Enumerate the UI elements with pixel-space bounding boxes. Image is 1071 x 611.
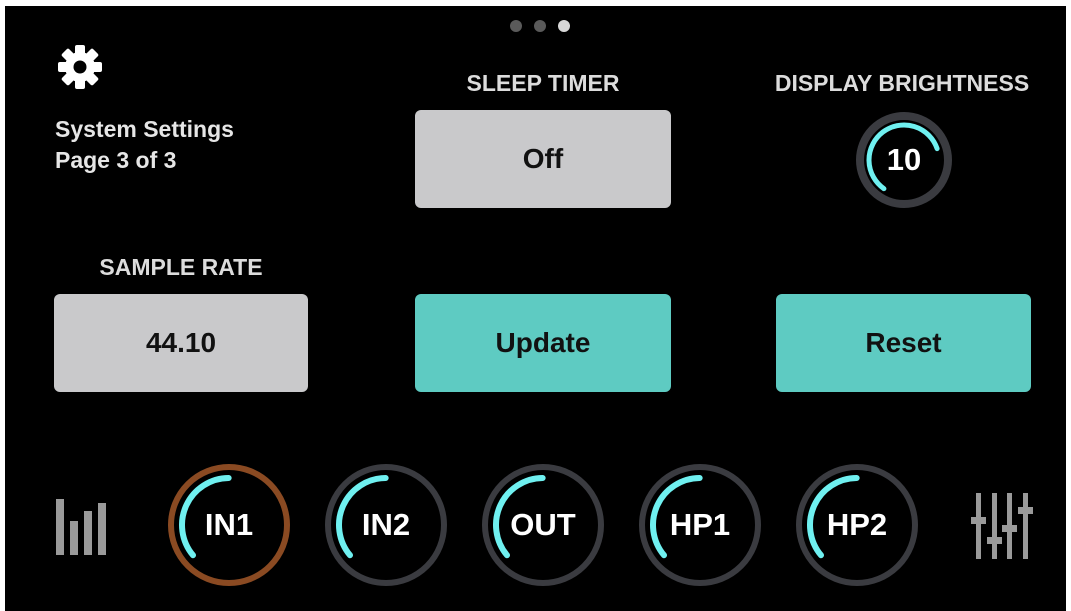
update-button-label: Update: [495, 327, 591, 358]
system-settings-title: System Settings Page 3 of 3: [55, 114, 234, 176]
channel-label: OUT: [510, 507, 576, 542]
bar-meter-icon[interactable]: [56, 499, 108, 555]
sleep-timer-button[interactable]: Off: [415, 110, 671, 208]
channel-label: IN2: [361, 507, 411, 542]
sleep-timer-label: SLEEP TIMER: [466, 70, 620, 96]
channel-label: HP1: [669, 507, 731, 542]
channel-in2-knob[interactable]: IN2: [322, 461, 450, 589]
gear-icon[interactable]: [55, 42, 105, 92]
brightness-value: 10: [886, 142, 922, 177]
page-number-text: Page 3 of 3: [55, 147, 177, 173]
page-dot-3-active[interactable]: [558, 20, 570, 32]
device-screen: System Settings Page 3 of 3 SLEEP TIMER …: [5, 6, 1066, 611]
update-button[interactable]: Update: [415, 294, 671, 392]
channel-in1-knob[interactable]: IN1: [165, 461, 293, 589]
mixer-sliders-icon[interactable]: [971, 493, 1033, 559]
channel-out-knob[interactable]: OUT: [479, 461, 607, 589]
sample-rate-button[interactable]: 44.10: [54, 294, 308, 392]
channel-hp1-knob[interactable]: HP1: [636, 461, 764, 589]
reset-button-label: Reset: [865, 327, 942, 358]
display-brightness-label: DISPLAY BRIGHTNESS: [774, 70, 1030, 96]
sample-rate-label: SAMPLE RATE: [99, 254, 263, 280]
sample-rate-value: 44.10: [145, 327, 217, 358]
page-dot-1[interactable]: [510, 20, 522, 32]
channel-label: IN1: [204, 507, 254, 542]
page-indicator: [510, 20, 570, 32]
sleep-timer-value: Off: [522, 143, 564, 174]
reset-button[interactable]: Reset: [776, 294, 1031, 392]
channel-hp2-knob[interactable]: HP2: [793, 461, 921, 589]
page-dot-2[interactable]: [534, 20, 546, 32]
system-title-text: System Settings: [55, 116, 234, 142]
channel-label: HP2: [826, 507, 888, 542]
display-brightness-knob[interactable]: 10: [854, 110, 954, 210]
